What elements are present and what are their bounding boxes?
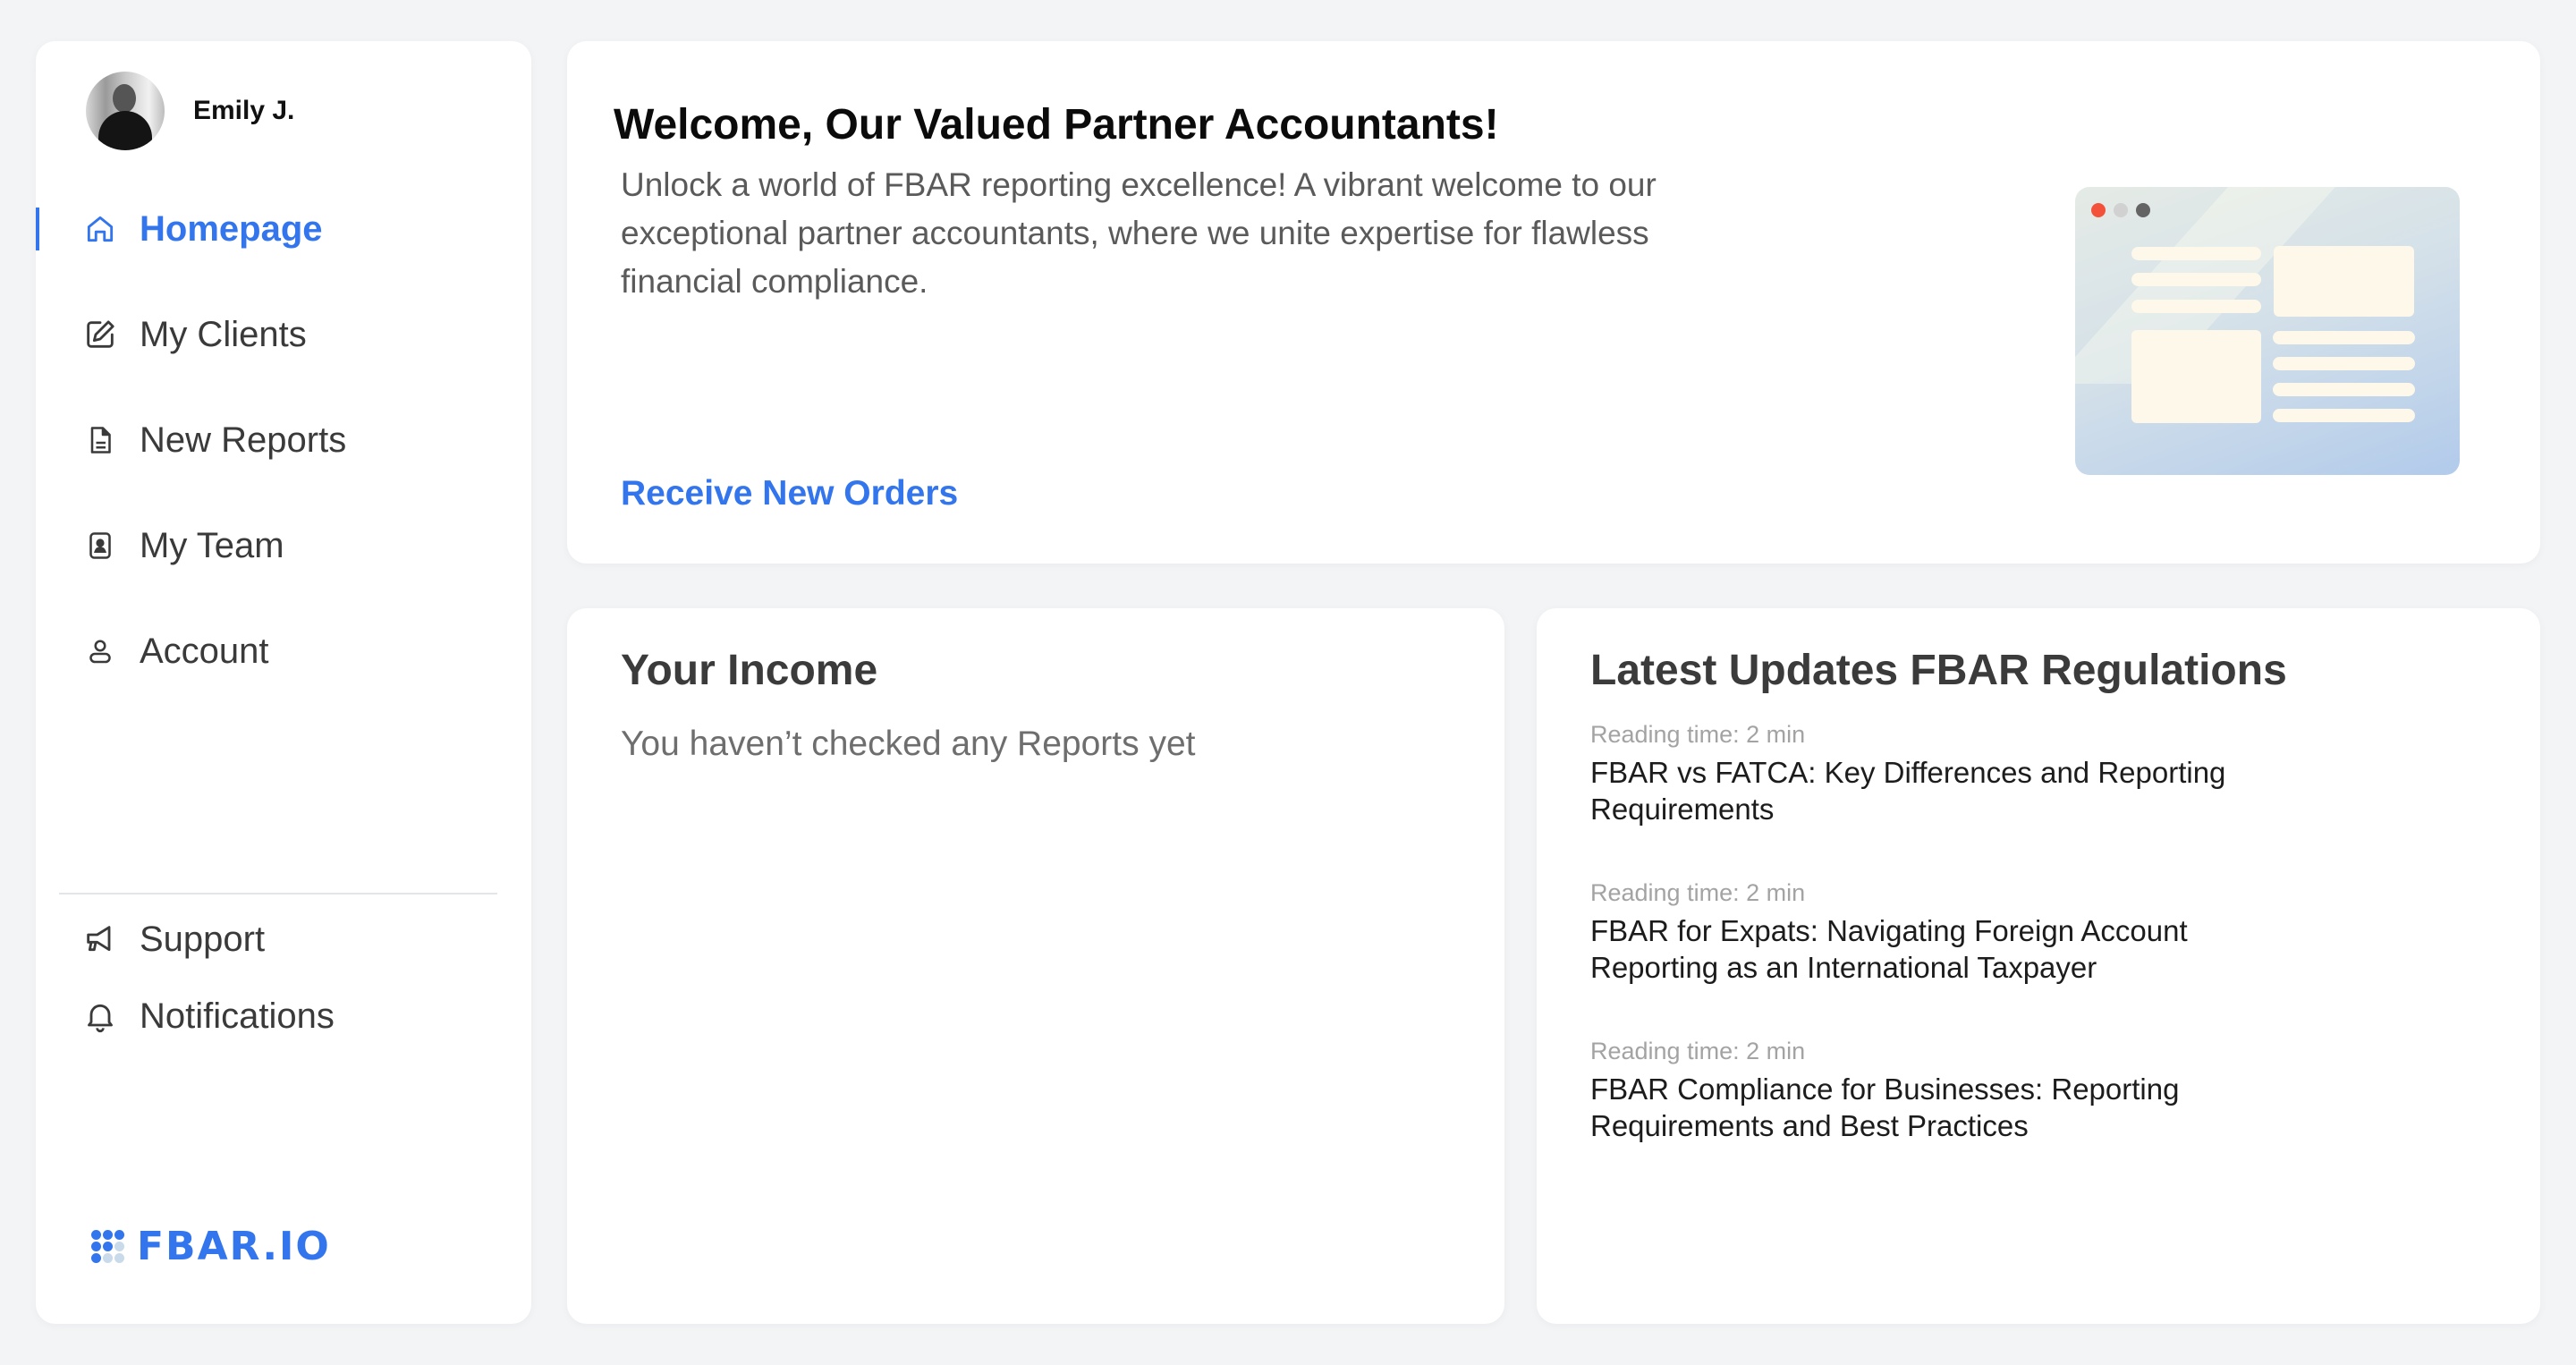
illustration-line	[2131, 273, 2261, 286]
window-close-dot-icon	[2091, 203, 2106, 217]
fbar-logo[interactable]: FBAR.IO	[91, 1224, 331, 1269]
illustration-box	[2274, 246, 2414, 317]
income-card: Your Income You haven’t checked any Repo…	[567, 608, 1504, 1324]
avatar[interactable]	[86, 72, 165, 150]
browser-window-illustration	[2075, 187, 2460, 475]
article-item[interactable]: Reading time: 2 min FBAR for Expats: Nav…	[1590, 879, 2395, 986]
sidebar-item-notifications[interactable]: Notifications	[36, 989, 531, 1043]
window-maximize-dot-icon	[2136, 203, 2150, 217]
article-reading-time: Reading time: 2 min	[1590, 721, 1806, 748]
sidebar-item-label: Notifications	[140, 996, 335, 1036]
sidebar-item-homepage[interactable]: Homepage	[36, 202, 531, 256]
sidebar-item-label: My Clients	[140, 314, 307, 354]
welcome-card: Welcome, Our Valued Partner Accountants!…	[567, 41, 2540, 564]
illustration-line	[2273, 331, 2415, 344]
megaphone-icon	[82, 921, 118, 957]
article-title[interactable]: FBAR vs FATCA: Key Differences and Repor…	[1590, 754, 2270, 827]
sidebar-item-account[interactable]: Account	[36, 624, 531, 678]
main-nav: Homepage My Clients New Reports My Team …	[36, 202, 531, 730]
bell-icon	[82, 998, 118, 1034]
illustration-box	[2131, 330, 2261, 423]
welcome-title: Welcome, Our Valued Partner Accountants!	[614, 101, 1499, 148]
article-item[interactable]: Reading time: 2 min FBAR vs FATCA: Key D…	[1590, 721, 2395, 827]
article-reading-time: Reading time: 2 min	[1590, 879, 1806, 906]
edit-icon	[82, 317, 118, 352]
sidebar-item-my-clients[interactable]: My Clients	[36, 308, 531, 361]
illustration-line	[2131, 247, 2261, 260]
illustration-line	[2131, 300, 2261, 313]
updates-card: Latest Updates FBAR Regulations Reading …	[1537, 608, 2540, 1324]
user-icon	[82, 633, 118, 669]
income-title: Your Income	[621, 647, 878, 694]
receive-new-orders-link[interactable]: Receive New Orders	[621, 474, 958, 513]
user-name: Emily J.	[193, 96, 295, 125]
sidebar: Emily J. Homepage My Clients New Reports…	[36, 41, 531, 1324]
article-item[interactable]: Reading time: 2 min FBAR Compliance for …	[1590, 1038, 2395, 1144]
article-title[interactable]: FBAR for Expats: Navigating Foreign Acco…	[1590, 912, 2243, 986]
updates-title: Latest Updates FBAR Regulations	[1590, 647, 2287, 694]
window-minimize-dot-icon	[2114, 203, 2128, 217]
user-profile[interactable]: Emily J.	[86, 72, 294, 150]
logo-text: FBAR.IO	[137, 1224, 331, 1269]
sidebar-item-new-reports[interactable]: New Reports	[36, 413, 531, 467]
sidebar-item-my-team[interactable]: My Team	[36, 519, 531, 572]
article-list: Reading time: 2 min FBAR vs FATCA: Key D…	[1590, 721, 2395, 1196]
contact-card-icon	[82, 528, 118, 564]
sidebar-item-label: Support	[140, 919, 266, 959]
article-reading-time: Reading time: 2 min	[1590, 1038, 1806, 1064]
logo-dots-icon	[91, 1230, 124, 1263]
sidebar-item-label: New Reports	[140, 420, 347, 460]
income-empty-state: You haven’t checked any Reports yet	[621, 725, 1196, 763]
sidebar-item-label: Account	[140, 631, 269, 671]
home-icon	[82, 211, 118, 247]
sidebar-item-label: My Team	[140, 525, 284, 565]
illustration-line	[2273, 357, 2415, 370]
sidebar-divider	[59, 893, 497, 894]
avatar-head-shape	[113, 84, 136, 113]
article-title[interactable]: FBAR Compliance for Businesses: Reportin…	[1590, 1071, 2216, 1144]
sidebar-item-label: Homepage	[140, 208, 323, 249]
avatar-body-shape	[98, 111, 152, 150]
welcome-text: Unlock a world of FBAR reporting excelle…	[621, 166, 1657, 300]
sidebar-item-support[interactable]: Support	[36, 912, 531, 966]
secondary-nav: Support Notifications	[36, 912, 531, 1066]
illustration-line	[2273, 383, 2415, 396]
document-icon	[82, 422, 118, 458]
illustration-line	[2273, 409, 2415, 422]
